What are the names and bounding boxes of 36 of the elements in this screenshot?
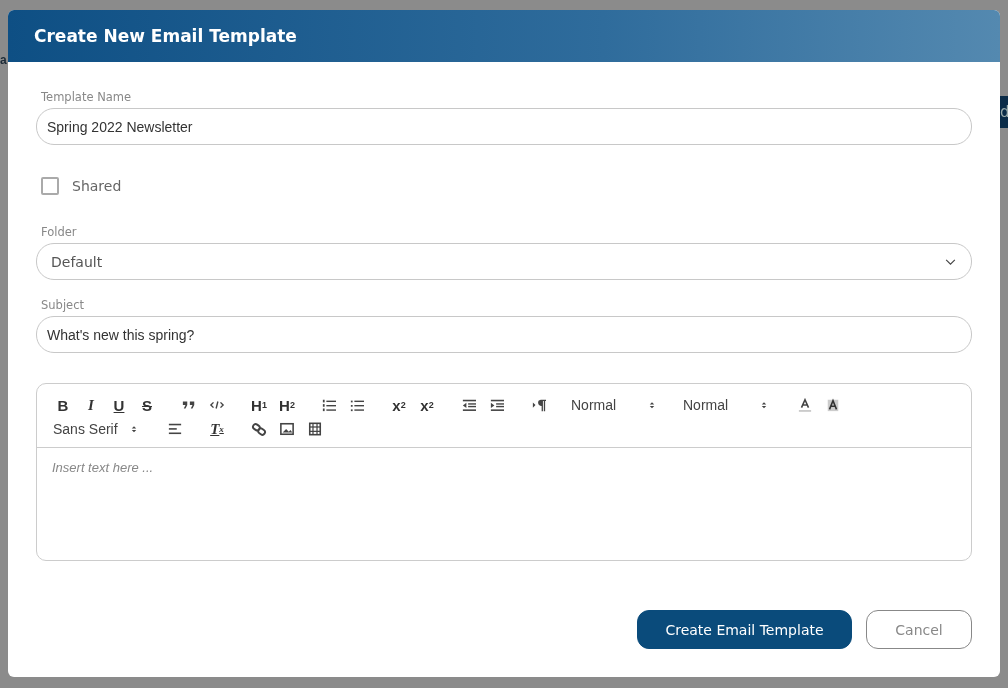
template-name-field[interactable]: Spring 2022 Newsletter <box>36 108 972 145</box>
underline-button[interactable]: U <box>105 393 133 417</box>
highlight-color-icon <box>825 398 841 412</box>
code-icon <box>209 398 225 412</box>
bullet-list-icon <box>349 398 365 412</box>
outdent-icon <box>461 398 477 412</box>
format-picker[interactable]: Normal <box>567 393 665 417</box>
link-icon <box>251 422 267 436</box>
checkbox-label: Shared <box>72 178 122 194</box>
paragraph-direction-icon <box>531 398 547 412</box>
field-label: Template Name <box>41 90 132 104</box>
dialog-title: Create New Email Template <box>34 26 297 46</box>
updown-arrow-icon <box>759 400 769 410</box>
indent-icon <box>489 398 505 412</box>
bold-button[interactable]: B <box>49 393 77 417</box>
create-button[interactable]: Create Email Template <box>637 610 852 649</box>
italic-button[interactable]: I <box>77 393 105 417</box>
film-icon <box>307 422 323 436</box>
align-icon <box>167 422 183 436</box>
script-button[interactable]: x$^{2}$ <box>413 393 441 417</box>
updown-arrow-icon <box>129 424 139 434</box>
field-label: Folder <box>41 225 77 239</box>
format-picker[interactable]: Normal <box>679 393 777 417</box>
text-color-icon <box>797 398 813 412</box>
field-label: Subject <box>41 298 84 312</box>
subject-field[interactable]: What's new this spring? <box>36 316 972 353</box>
strikethrough-button[interactable]: S <box>133 393 161 417</box>
image-icon <box>279 422 295 436</box>
shared-checkbox[interactable] <box>41 177 59 195</box>
folder-dropdown[interactable]: Default <box>36 243 972 280</box>
cancel-button[interactable]: Cancel <box>866 610 972 649</box>
format-picker[interactable]: Sans Serif <box>49 417 147 441</box>
editor-placeholder[interactable]: Insert text here ... <box>52 460 154 475</box>
background-text: a <box>0 53 7 67</box>
numbered-list-icon <box>321 398 337 412</box>
updown-arrow-icon <box>647 400 657 410</box>
